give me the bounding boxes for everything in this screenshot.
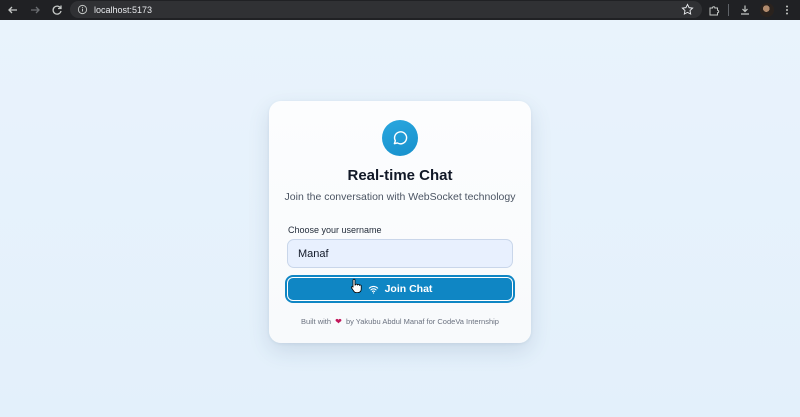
reload-button[interactable] [46,0,68,20]
login-card: Real-time Chat Join the conversation wit… [269,101,531,343]
extensions-button[interactable] [707,3,721,17]
page-subtitle: Join the conversation with WebSocket tec… [284,191,516,203]
username-input[interactable] [287,239,513,268]
toolbar-divider [728,4,729,16]
profile-avatar[interactable] [760,3,774,17]
page-title: Real-time Chat [347,167,453,184]
bookmark-star-icon[interactable] [681,3,694,16]
browser-menu-button[interactable] [780,3,794,17]
back-button[interactable] [2,0,24,20]
join-chat-button[interactable]: Join Chat [287,277,513,301]
forward-button[interactable] [24,0,46,20]
puzzle-icon [709,6,720,16]
join-chat-label: Join Chat [384,283,433,295]
footer-credit: Built with ❤ by Yakubu Abdul Manaf for C… [269,317,531,326]
browser-toolbar: localhost:5173 [0,0,800,20]
username-label: Choose your username [288,225,382,235]
info-icon [77,4,87,15]
download-icon [741,5,749,15]
footer-suffix: by Yakubu Abdul Manaf for CodeVa Interns… [345,317,499,326]
address-bar[interactable]: localhost:5173 [70,1,702,18]
downloads-button[interactable] [738,3,752,17]
message-circle-icon [393,131,408,145]
arrow-right-icon [31,6,40,14]
reload-icon [52,5,62,15]
more-vertical-icon [786,5,788,15]
wifi-icon [368,285,378,294]
heart-icon: ❤ [335,317,342,326]
hand-cursor-icon [351,278,362,293]
chat-logo [382,120,418,156]
page-viewport: Real-time Chat Join the conversation wit… [0,20,800,417]
arrow-left-icon [8,6,17,14]
url-text[interactable]: localhost:5173 [94,5,152,15]
footer-prefix: Built with [301,317,332,326]
site-info-button[interactable] [72,1,92,18]
